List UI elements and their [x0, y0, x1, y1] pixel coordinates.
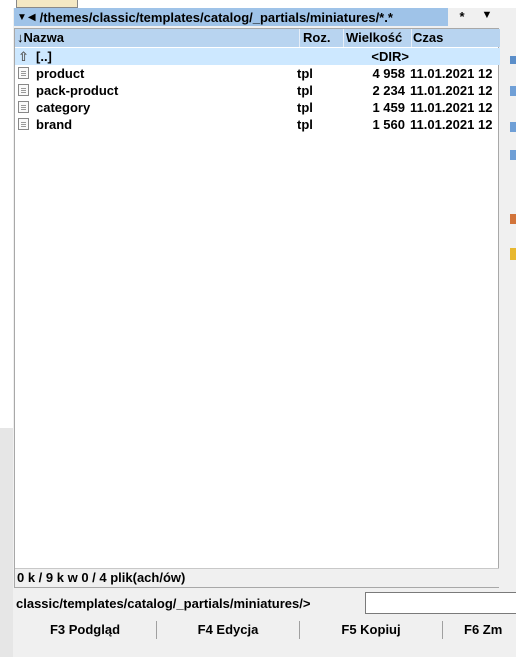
file-icon	[18, 84, 29, 96]
file-row[interactable]: pack-product tpl 2 234 11.01.2021 12	[15, 82, 500, 99]
file-size: 4 958	[372, 66, 405, 81]
f5-copy-button[interactable]: F5 Kopiuj	[300, 619, 442, 641]
drive-tab[interactable]	[16, 0, 78, 8]
file-size: 1 459	[372, 100, 405, 115]
file-ext: tpl	[297, 83, 313, 98]
column-name[interactable]: ↓Nazwa	[17, 29, 300, 47]
column-size[interactable]: Wielkość	[344, 29, 412, 47]
chevron-down-icon[interactable]: ▼	[480, 9, 494, 21]
folder-icon[interactable]	[510, 248, 516, 260]
up-folder-icon: ⇧	[18, 49, 29, 64]
file-ext: tpl	[297, 100, 313, 115]
panel-icon[interactable]	[510, 122, 516, 132]
bottom-edge	[14, 644, 516, 657]
history-arrows-icon[interactable]: ▼◀	[17, 12, 37, 23]
left-panel-edge	[0, 0, 13, 428]
panel-icon[interactable]	[510, 150, 516, 160]
parent-dir-row[interactable]: ⇧ [..] <DIR>	[15, 48, 500, 65]
file-icon	[18, 67, 29, 79]
path-bar[interactable]: ▼◀ /themes/classic/templates/catalog/_pa…	[14, 8, 448, 26]
column-ext-label: Roz.	[303, 30, 331, 45]
current-path[interactable]: /themes/classic/templates/catalog/_parti…	[40, 10, 393, 25]
file-name: pack-product	[36, 83, 119, 98]
f3-view-button[interactable]: F3 Podgląd	[14, 619, 156, 641]
file-ext: tpl	[297, 66, 313, 81]
file-panel[interactable]: ↓Nazwa Roz. Wielkość Czas ⇧ [..] <DIR> p…	[14, 28, 500, 588]
column-header: ↓Nazwa Roz. Wielkość Czas	[15, 29, 500, 47]
right-side-strip	[500, 28, 516, 588]
panel-icon[interactable]	[510, 86, 516, 96]
file-time: 11.01.2021 12	[410, 83, 493, 98]
f4-edit-button[interactable]: F4 Edycja	[157, 619, 299, 641]
file-size: 2 234	[372, 83, 405, 98]
file-name: category	[36, 100, 91, 115]
file-row[interactable]: product tpl 4 958 11.01.2021 12	[15, 65, 500, 82]
file-name: product	[36, 66, 85, 81]
command-input[interactable]	[365, 592, 516, 614]
file-time: 11.01.2021 12	[410, 66, 493, 81]
file-name: brand	[36, 117, 73, 132]
file-icon	[18, 101, 29, 113]
file-ext: tpl	[297, 117, 313, 132]
file-row[interactable]: category tpl 1 459 11.01.2021 12	[15, 99, 500, 116]
file-time: 11.01.2021 12	[410, 100, 493, 115]
command-prompt: classic/templates/catalog/_partials/mini…	[16, 596, 311, 611]
panel-icon[interactable]	[510, 214, 516, 224]
status-bar: 0 k / 9 k w 0 / 4 plik(ach/ów)	[15, 568, 499, 587]
file-row[interactable]: brand tpl 1 560 11.01.2021 12	[15, 116, 500, 133]
file-name: [..]	[36, 49, 52, 64]
file-size: <DIR>	[371, 49, 409, 64]
column-time[interactable]: Czas	[412, 29, 501, 47]
column-size-label: Wielkość	[346, 30, 403, 45]
file-size: 1 560	[372, 117, 405, 132]
panel-icon[interactable]	[510, 56, 516, 64]
fkey-separator	[442, 621, 443, 639]
star-filter-button[interactable]: *	[455, 9, 469, 24]
column-name-label: Nazwa	[23, 30, 64, 45]
column-ext[interactable]: Roz.	[301, 29, 344, 47]
file-time: 11.01.2021 12	[410, 117, 493, 132]
function-key-bar: F3 Podgląd F4 Edycja F5 Kopiuj F6 Zm	[14, 619, 516, 643]
left-panel-bottom	[0, 428, 13, 657]
top-strip	[0, 0, 516, 8]
command-line: classic/templates/catalog/_partials/mini…	[14, 592, 516, 616]
status-text: 0 k / 9 k w 0 / 4 plik(ach/ów)	[17, 570, 186, 585]
column-time-label: Czas	[413, 30, 444, 45]
file-icon	[18, 118, 29, 130]
f6-move-button[interactable]: F6 Zm	[464, 619, 516, 641]
